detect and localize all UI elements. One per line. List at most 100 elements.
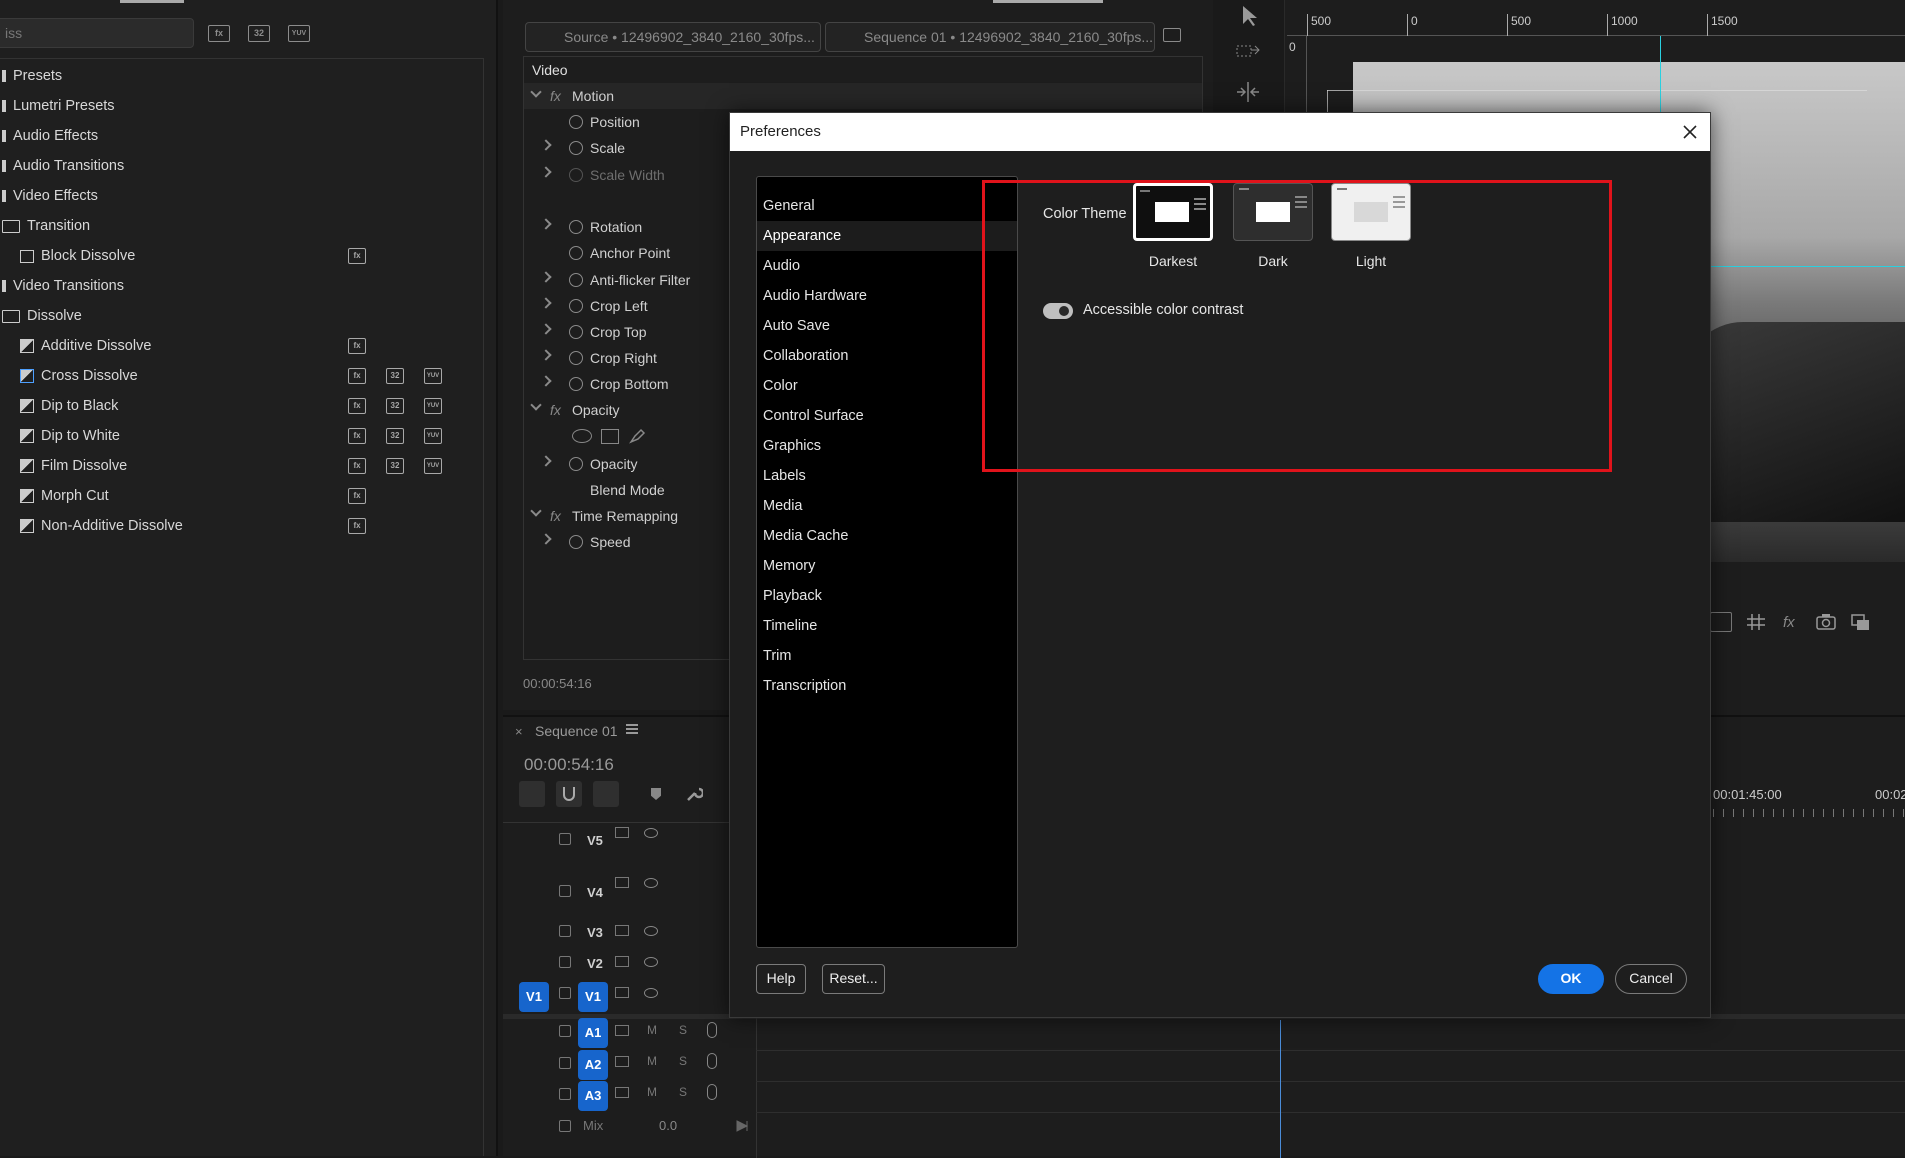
lock-icon[interactable]	[559, 1025, 571, 1037]
eye-icon[interactable]	[644, 957, 658, 967]
solo-button[interactable]: S	[679, 1054, 687, 1068]
sync-lock-icon[interactable]	[615, 987, 629, 998]
eye-icon[interactable]	[644, 926, 658, 936]
fx-icon[interactable]: fx	[550, 83, 561, 109]
tree-item-transition[interactable]: Transition	[2, 214, 90, 238]
track-target-v1[interactable]: V1	[578, 982, 608, 1012]
effects-search-input[interactable]: iss	[0, 18, 194, 48]
tree-item-morph-cut[interactable]: Morph Cut fx	[20, 484, 460, 508]
ellipse-mask-icon[interactable]	[572, 429, 592, 443]
stopwatch-icon[interactable]	[569, 535, 583, 549]
stopwatch-icon[interactable]	[569, 115, 583, 129]
compare-view-icon[interactable]	[1850, 612, 1872, 632]
stopwatch-icon[interactable]	[569, 220, 583, 234]
pen-mask-icon[interactable]	[628, 427, 646, 445]
ok-button[interactable]: OK	[1538, 964, 1604, 994]
ripple-edit-tool-icon[interactable]	[1233, 80, 1263, 104]
go-to-end-icon[interactable]	[735, 1120, 749, 1132]
source-clip-tab[interactable]: Source • 12496902_3840_2160_30fps...	[525, 22, 821, 52]
tree-item-lumetri-presets[interactable]: Lumetri Presets	[2, 94, 115, 118]
category-transcription[interactable]: Transcription	[757, 671, 1017, 701]
linked-selection-icon[interactable]	[593, 781, 619, 807]
stopwatch-icon[interactable]	[569, 351, 583, 365]
eye-icon[interactable]	[644, 828, 658, 838]
lock-icon[interactable]	[559, 833, 571, 845]
camera-icon[interactable]	[1815, 612, 1837, 632]
accel-filter-icon[interactable]: fx	[208, 25, 230, 42]
chevron-down-icon[interactable]	[530, 399, 542, 411]
safe-margins-icon[interactable]	[1710, 612, 1732, 632]
cancel-button[interactable]: Cancel	[1615, 964, 1687, 994]
category-auto-save[interactable]: Auto Save	[757, 311, 1017, 341]
category-trim[interactable]: Trim	[757, 641, 1017, 671]
solo-button[interactable]: S	[679, 1085, 687, 1099]
category-labels[interactable]: Labels	[757, 461, 1017, 491]
category-timeline[interactable]: Timeline	[757, 611, 1017, 641]
playhead-line[interactable]	[1280, 1020, 1281, 1158]
nest-icon[interactable]	[519, 781, 545, 807]
tree-item-cross-dissolve[interactable]: Cross Dissolve fx 32 YUV	[20, 364, 460, 388]
grid-icon[interactable]	[1745, 612, 1767, 632]
stopwatch-icon[interactable]	[569, 246, 583, 260]
close-icon[interactable]	[1680, 122, 1700, 142]
chevron-down-icon[interactable]	[530, 505, 542, 517]
category-media-cache[interactable]: Media Cache	[757, 521, 1017, 551]
stopwatch-icon[interactable]	[569, 141, 583, 155]
tree-item-video-effects[interactable]: Video Effects	[2, 184, 98, 208]
lock-icon[interactable]	[559, 987, 571, 999]
toggle-timeline-view-icon[interactable]	[1163, 28, 1181, 42]
lock-icon[interactable]	[559, 1120, 571, 1132]
tree-item-non-additive-dissolve[interactable]: Non-Additive Dissolve fx	[20, 514, 460, 538]
snap-icon[interactable]	[556, 781, 582, 807]
mute-button[interactable]: M	[647, 1085, 657, 1099]
chevron-right-icon[interactable]	[540, 297, 552, 309]
timeline-close-icon[interactable]: ×	[515, 724, 523, 739]
mute-button[interactable]: M	[647, 1054, 657, 1068]
fx-icon[interactable]: fx	[1783, 614, 1795, 631]
category-media[interactable]: Media	[757, 491, 1017, 521]
chevron-right-icon[interactable]	[540, 323, 552, 335]
chevron-right-icon[interactable]	[540, 218, 552, 230]
tree-item-audio-effects[interactable]: Audio Effects	[2, 124, 98, 148]
reset-button[interactable]: Reset...	[822, 964, 885, 994]
sync-lock-icon[interactable]	[615, 1087, 629, 1098]
tree-item-block-dissolve[interactable]: Block Dissolve fx	[20, 244, 370, 268]
rectangle-mask-icon[interactable]	[601, 429, 619, 444]
category-color[interactable]: Color	[757, 371, 1017, 401]
tree-item-additive-dissolve[interactable]: Additive Dissolve fx	[20, 334, 460, 358]
sync-lock-icon[interactable]	[615, 1056, 629, 1067]
stopwatch-icon[interactable]	[569, 273, 583, 287]
tree-item-presets[interactable]: Presets	[2, 64, 62, 88]
chevron-right-icon[interactable]	[540, 139, 552, 151]
track-select-tool-icon[interactable]	[1233, 40, 1263, 64]
category-general[interactable]: General	[757, 191, 1017, 221]
lock-icon[interactable]	[559, 925, 571, 937]
tree-item-video-transitions[interactable]: Video Transitions	[2, 274, 124, 298]
category-memory[interactable]: Memory	[757, 551, 1017, 581]
solo-button[interactable]: S	[679, 1023, 687, 1037]
timeline-timecode[interactable]: 00:00:54:16	[524, 755, 614, 775]
sync-lock-icon[interactable]	[615, 956, 629, 967]
mute-button[interactable]: M	[647, 1023, 657, 1037]
tree-item-dissolve[interactable]: Dissolve	[2, 304, 82, 328]
lock-icon[interactable]	[559, 956, 571, 968]
stopwatch-icon[interactable]	[569, 457, 583, 471]
chevron-right-icon[interactable]	[540, 533, 552, 545]
chevron-right-icon[interactable]	[540, 375, 552, 387]
eye-icon[interactable]	[644, 878, 658, 888]
stopwatch-icon[interactable]	[569, 325, 583, 339]
sequence-clip-tab[interactable]: Sequence 01 • 12496902_3840_2160_30fps..…	[825, 22, 1155, 52]
chevron-right-icon[interactable]	[540, 455, 552, 467]
sync-lock-icon[interactable]	[615, 925, 629, 936]
yuv-filter-icon[interactable]: YUV	[288, 25, 310, 42]
tree-item-film-dissolve[interactable]: Film Dissolve fx 32 YUV	[20, 454, 460, 478]
track-target-a1[interactable]: A1	[578, 1018, 608, 1048]
chevron-right-icon[interactable]	[540, 166, 552, 178]
fx-icon[interactable]: fx	[550, 503, 561, 529]
microphone-icon[interactable]	[707, 1084, 717, 1100]
chevron-right-icon[interactable]	[540, 349, 552, 361]
category-playback[interactable]: Playback	[757, 581, 1017, 611]
category-collaboration[interactable]: Collaboration	[757, 341, 1017, 371]
microphone-icon[interactable]	[707, 1053, 717, 1069]
help-button[interactable]: Help	[756, 964, 806, 994]
